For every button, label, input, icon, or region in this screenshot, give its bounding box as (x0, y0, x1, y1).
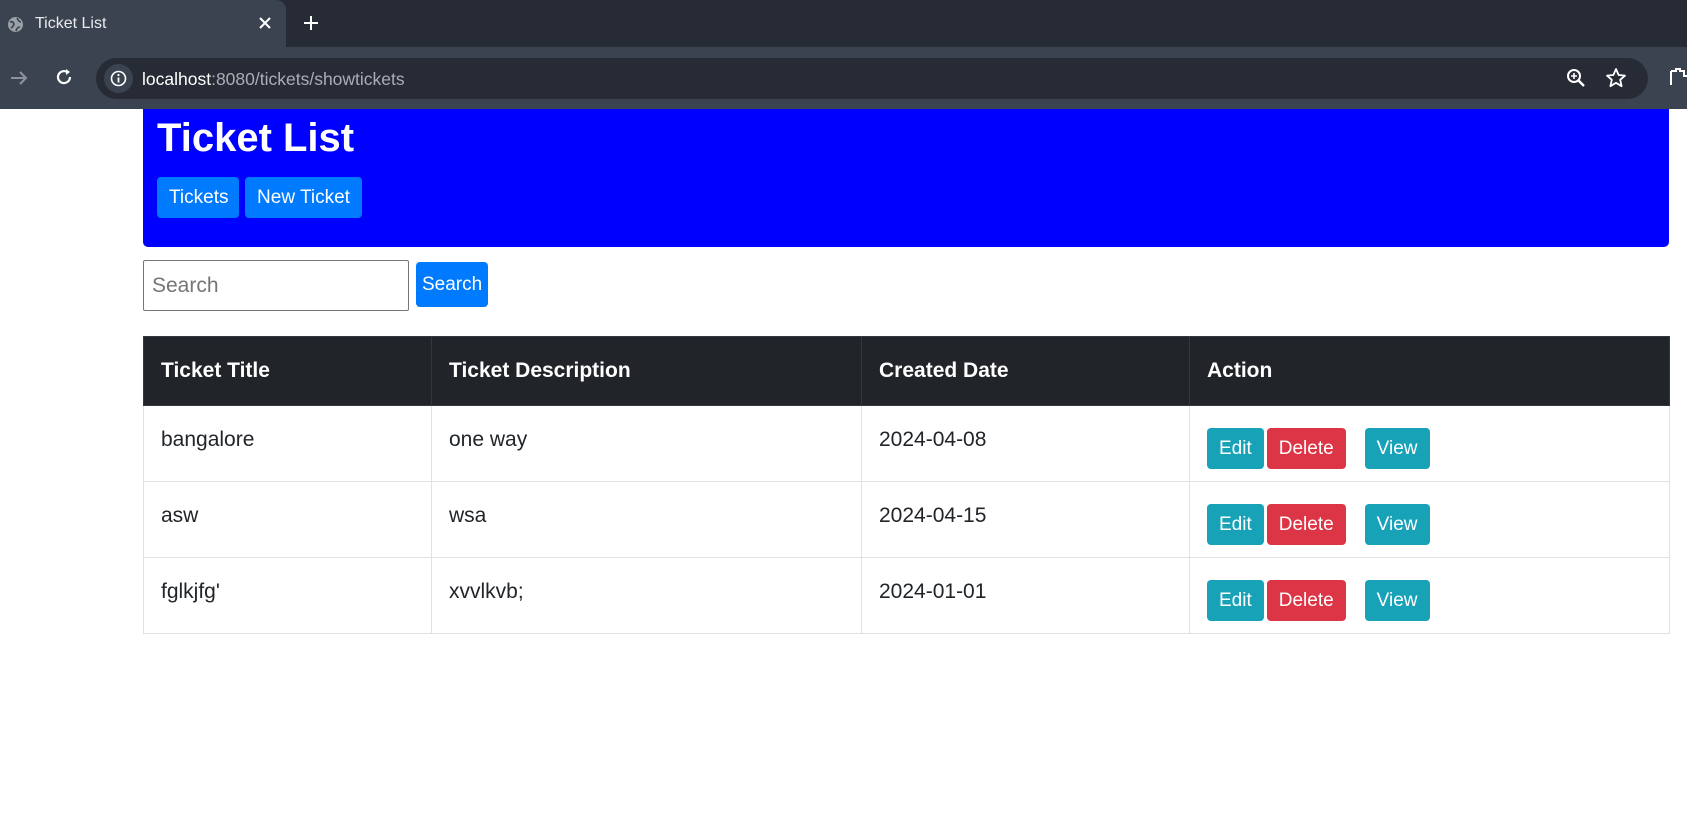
tickets-table: Ticket Title Ticket Description Created … (143, 336, 1670, 634)
delete-button[interactable]: Delete (1266, 580, 1346, 621)
action-cell: Edit Delete View (1189, 405, 1670, 482)
page-title: Ticket List (157, 116, 355, 160)
browser-toolbar: localhost:8080/tickets/showtickets (0, 47, 1687, 109)
url-host: localhost (142, 69, 212, 89)
zoom-icon[interactable] (1565, 67, 1587, 89)
search-button[interactable]: Search (416, 262, 488, 307)
delete-button[interactable]: Delete (1266, 504, 1346, 545)
new-ticket-button[interactable]: New Ticket (245, 177, 362, 218)
forward-arrow-icon[interactable] (8, 67, 30, 89)
action-cell: Edit Delete View (1189, 557, 1670, 634)
browser-tab[interactable]: Ticket List (0, 0, 286, 47)
table-row: bangalore one way 2024-04-08 Edit Delete V… (143, 405, 1670, 482)
table-row: asw wsa 2024-04-15 Edit Delete View (143, 481, 1670, 558)
close-icon[interactable] (256, 14, 274, 32)
tab-title: Ticket List (35, 15, 107, 32)
edit-button[interactable]: Edit (1207, 580, 1264, 621)
browser-tabstrip: Ticket List (0, 0, 1687, 47)
table-header-row: Ticket Title Ticket Description Created … (143, 336, 1670, 406)
delete-button[interactable]: Delete (1266, 428, 1346, 469)
tickets-button[interactable]: Tickets (157, 177, 239, 218)
created-date-cell: 2024-04-08 (861, 405, 1190, 482)
address-bar[interactable]: localhost:8080/tickets/showtickets (96, 58, 1648, 99)
globe-icon (8, 17, 23, 32)
created-date-cell: 2024-04-15 (861, 481, 1190, 558)
ticket-description-cell: xvvlkvb; (431, 557, 862, 634)
edit-button[interactable]: Edit (1207, 504, 1264, 545)
view-button[interactable]: View (1364, 504, 1430, 545)
new-tab-plus-icon[interactable] (301, 13, 321, 33)
bookmark-star-icon[interactable] (1605, 67, 1627, 89)
action-cell: Edit Delete View (1189, 481, 1670, 558)
column-header-description: Ticket Description (431, 336, 862, 406)
site-info-button[interactable] (104, 64, 133, 93)
view-button[interactable]: View (1364, 428, 1430, 469)
url-path: :8080/tickets/showtickets (211, 69, 405, 89)
info-icon (110, 70, 127, 87)
ticket-title-cell: asw (143, 481, 432, 558)
ticket-title-cell: fglkjfg' (143, 557, 432, 634)
ticket-description-cell: one way (431, 405, 862, 482)
column-header-action: Action (1189, 336, 1670, 406)
url-text: localhost:8080/tickets/showtickets (142, 69, 405, 90)
ticket-title-cell: bangalore (143, 405, 432, 482)
extensions-icon[interactable] (1668, 66, 1687, 88)
search-input[interactable] (143, 260, 409, 311)
view-button[interactable]: View (1364, 580, 1430, 621)
created-date-cell: 2024-01-01 (861, 557, 1190, 634)
page-header: Ticket List Tickets New Ticket (143, 109, 1669, 247)
column-header-title: Ticket Title (143, 336, 432, 406)
reload-icon[interactable] (53, 66, 75, 88)
ticket-description-cell: wsa (431, 481, 862, 558)
column-header-created-date: Created Date (861, 336, 1190, 406)
edit-button[interactable]: Edit (1207, 428, 1264, 469)
table-row: fglkjfg' xvvlkvb; 2024-01-01 Edit Delete V… (143, 557, 1670, 634)
